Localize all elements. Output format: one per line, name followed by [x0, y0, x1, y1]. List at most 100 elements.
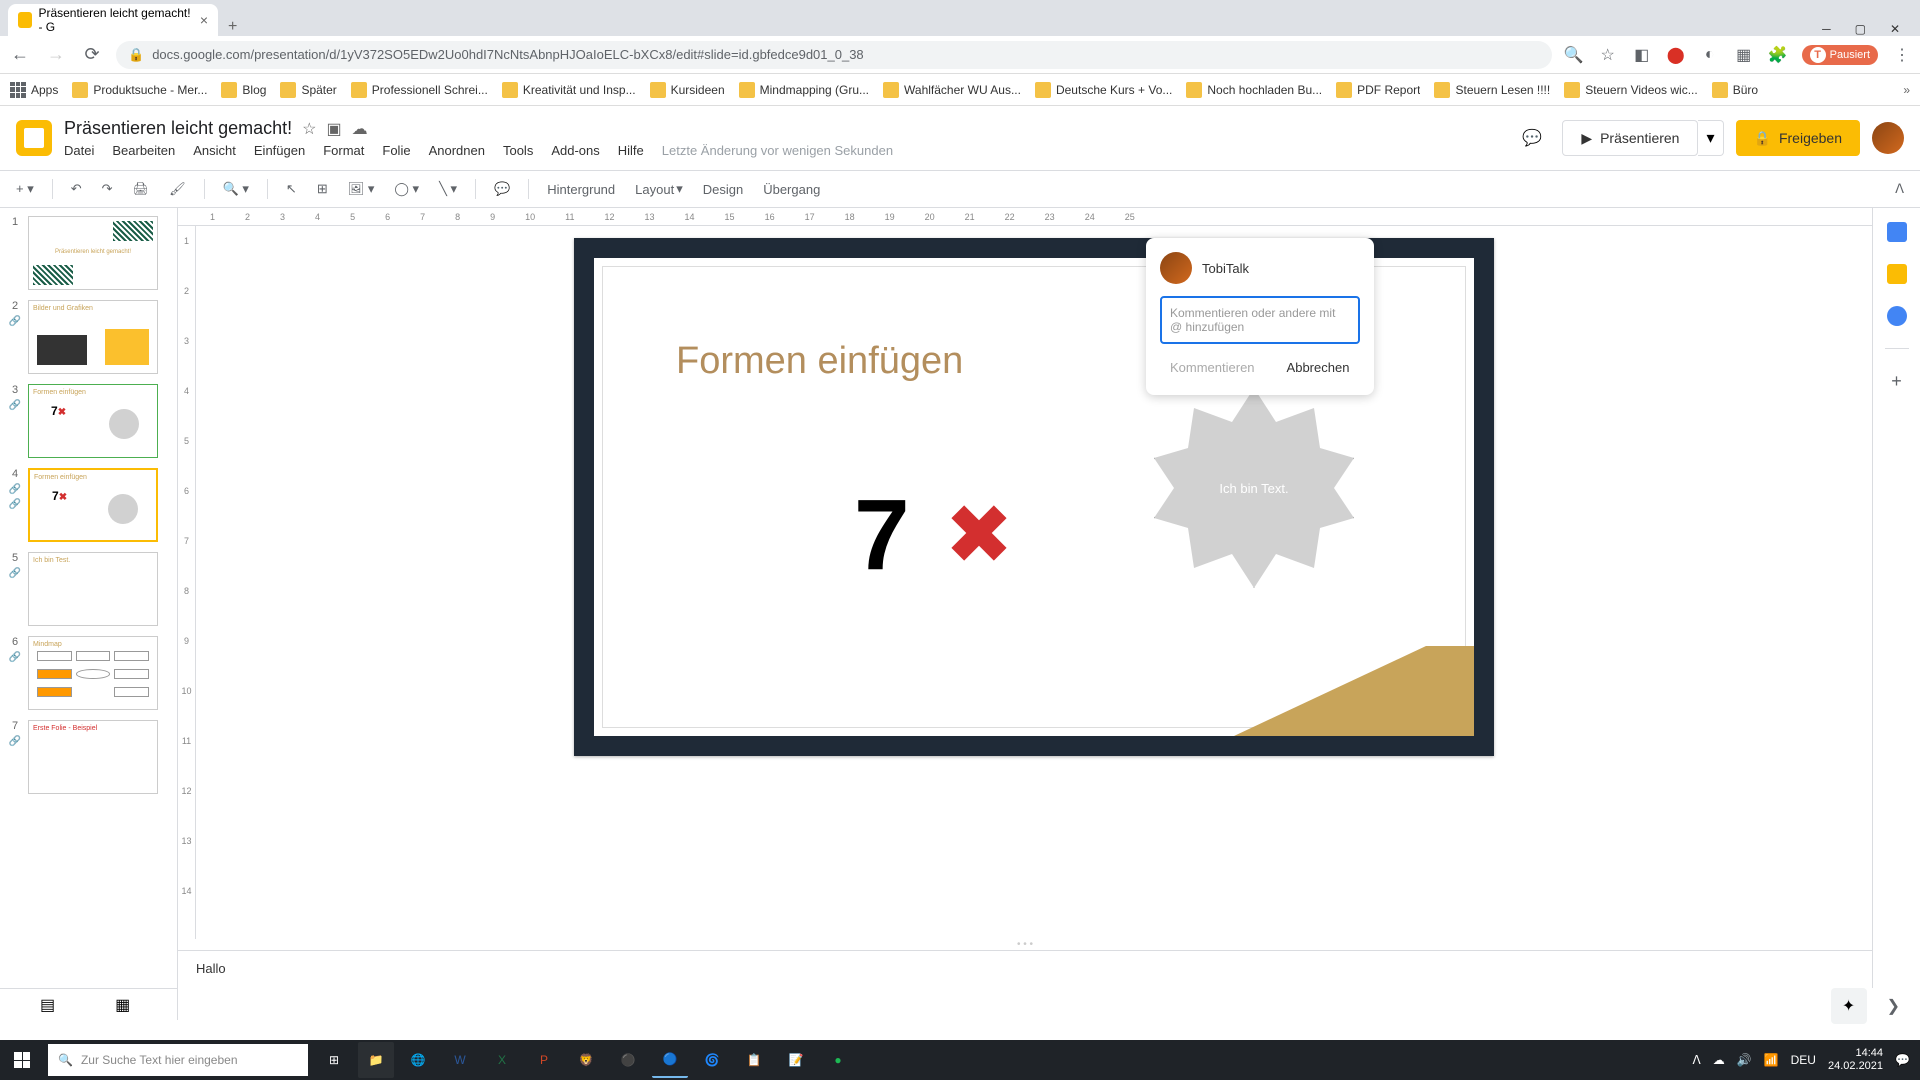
shape-text[interactable]: Ich bin Text.: [1219, 481, 1288, 496]
bookmark-item[interactable]: PDF Report: [1336, 82, 1420, 98]
notepad-icon[interactable]: 📝: [778, 1042, 814, 1078]
comment-cancel-button[interactable]: Abbrechen: [1277, 354, 1360, 381]
red-x-shape[interactable]: [949, 503, 1009, 563]
extension-icon-2[interactable]: ⬤: [1666, 45, 1686, 65]
wifi-icon[interactable]: 📶: [1764, 1053, 1779, 1067]
add-panel-icon[interactable]: +: [1891, 371, 1902, 392]
app-icon-2[interactable]: 📋: [736, 1042, 772, 1078]
image-tool[interactable]: 🖼 ▾: [342, 177, 381, 201]
line-tool[interactable]: ╲ ▾: [433, 177, 463, 201]
bookmark-item[interactable]: Wahlfächer WU Aus...: [883, 82, 1021, 98]
move-doc-icon[interactable]: ▣: [326, 119, 341, 139]
apps-shortcut[interactable]: Apps: [10, 82, 58, 98]
design-button[interactable]: Design: [697, 178, 749, 201]
taskbar-search[interactable]: 🔍 Zur Suche Text hier eingeben: [48, 1044, 308, 1076]
obs-icon[interactable]: ⚫: [610, 1042, 646, 1078]
menu-view[interactable]: Ansicht: [193, 143, 236, 158]
zoom-button[interactable]: 🔍 ▾: [217, 177, 255, 201]
bookmark-item[interactable]: Kreativität und Insp...: [502, 82, 636, 98]
thumb[interactable]: Präsentieren leicht gemacht!: [28, 216, 158, 290]
slide-title-text[interactable]: Formen einfügen: [676, 340, 963, 383]
slide-thumbnail-6[interactable]: 6🔗 Mindmap: [0, 634, 177, 718]
slide-thumbnail-5[interactable]: 5🔗 Ich bin Test.: [0, 550, 177, 634]
bookmark-item[interactable]: Büro: [1712, 82, 1758, 98]
thumb[interactable]: Ich bin Test.: [28, 552, 158, 626]
textbox-tool[interactable]: ⊞: [311, 177, 334, 201]
task-view-icon[interactable]: ⊞: [316, 1042, 352, 1078]
slides-logo-icon[interactable]: [16, 120, 52, 156]
back-button[interactable]: ←: [8, 44, 32, 65]
layout-button[interactable]: Layout ▾: [629, 177, 689, 201]
thumb[interactable]: Mindmap: [28, 636, 158, 710]
comment-input[interactable]: Kommentieren oder andere mit @ hinzufüge…: [1160, 296, 1360, 344]
cloud-status-icon[interactable]: ☁: [352, 119, 368, 139]
background-button[interactable]: Hintergrund: [541, 178, 621, 201]
bookmark-item[interactable]: Noch hochladen Bu...: [1186, 82, 1322, 98]
browser-tab[interactable]: Präsentieren leicht gemacht! - G ×: [8, 4, 218, 36]
undo-button[interactable]: ↶: [65, 177, 88, 201]
powerpoint-icon[interactable]: P: [526, 1042, 562, 1078]
tasks-icon[interactable]: [1887, 306, 1907, 326]
bookmark-item[interactable]: Blog: [221, 82, 266, 98]
present-button[interactable]: ▶ Präsentieren: [1562, 120, 1698, 156]
save-status[interactable]: Letzte Änderung vor wenigen Sekunden: [662, 143, 893, 158]
transition-button[interactable]: Übergang: [757, 178, 826, 201]
collapse-toolbar-icon[interactable]: ᐱ: [1889, 177, 1910, 201]
explorer-icon[interactable]: 📁: [358, 1042, 394, 1078]
chevron-right-icon[interactable]: ❯: [1887, 996, 1900, 1016]
comment-tool[interactable]: 💬: [488, 177, 516, 201]
extensions-menu-icon[interactable]: 🧩: [1768, 45, 1788, 65]
menu-slide[interactable]: Folie: [382, 143, 410, 158]
menu-file[interactable]: Datei: [64, 143, 94, 158]
seven-text[interactable]: 7: [854, 478, 910, 593]
app-icon[interactable]: 🦁: [568, 1042, 604, 1078]
reload-button[interactable]: ⟳: [80, 44, 104, 65]
bookmark-item[interactable]: Professionell Schrei...: [351, 82, 488, 98]
menu-addons[interactable]: Add-ons: [551, 143, 599, 158]
bookmark-item[interactable]: Kursideen: [650, 82, 725, 98]
slide-thumbnail-4[interactable]: 4🔗🔗 Formen einfügen 7✖: [0, 466, 177, 550]
bookmark-item[interactable]: Mindmapping (Gru...: [739, 82, 869, 98]
menu-help[interactable]: Hilfe: [618, 143, 644, 158]
slide-thumbnail-7[interactable]: 7🔗 Erste Folie - Beispiel: [0, 718, 177, 802]
speaker-notes[interactable]: Hallo: [178, 950, 1872, 988]
shape-tool[interactable]: ◯ ▾: [388, 177, 425, 201]
calendar-icon[interactable]: [1887, 222, 1907, 242]
paint-format-button[interactable]: 🖌: [163, 177, 192, 201]
menu-icon[interactable]: ⋮: [1892, 45, 1912, 65]
bookmarks-overflow-icon[interactable]: »: [1903, 83, 1910, 97]
new-tab-button[interactable]: +: [218, 18, 247, 36]
profile-badge[interactable]: T Pausiert: [1802, 45, 1878, 65]
menu-tools[interactable]: Tools: [503, 143, 533, 158]
excel-icon[interactable]: X: [484, 1042, 520, 1078]
slide-thumbnail-3[interactable]: 3🔗 Formen einfügen 7✖: [0, 382, 177, 466]
filmstrip-view-icon[interactable]: ▤: [40, 995, 55, 1015]
thumb[interactable]: Bilder und Grafiken: [28, 300, 158, 374]
thumb[interactable]: Erste Folie - Beispiel: [28, 720, 158, 794]
new-slide-button[interactable]: + ▾: [10, 177, 40, 201]
forward-button[interactable]: →: [44, 44, 68, 65]
chrome-icon[interactable]: 🔵: [652, 1042, 688, 1078]
keep-icon[interactable]: [1887, 264, 1907, 284]
edge-app-icon[interactable]: 🌀: [694, 1042, 730, 1078]
comment-history-button[interactable]: 💬: [1514, 120, 1550, 156]
comment-submit-button[interactable]: Kommentieren: [1160, 354, 1265, 381]
close-window-icon[interactable]: ✕: [1890, 22, 1900, 36]
spotify-icon[interactable]: ●: [820, 1042, 856, 1078]
menu-insert[interactable]: Einfügen: [254, 143, 305, 158]
maximize-icon[interactable]: ▢: [1855, 22, 1866, 36]
bookmark-item[interactable]: Produktsuche - Mer...: [72, 82, 207, 98]
slide-thumbnail-2[interactable]: 2🔗 Bilder und Grafiken: [0, 298, 177, 382]
select-tool[interactable]: ↖: [280, 177, 303, 201]
volume-icon[interactable]: 🔊: [1737, 1053, 1752, 1067]
bookmark-item[interactable]: Deutsche Kurs + Vo...: [1035, 82, 1172, 98]
share-button[interactable]: 🔒 Freigeben: [1736, 120, 1860, 156]
menu-arrange[interactable]: Anordnen: [429, 143, 485, 158]
tray-chevron-icon[interactable]: ᐱ: [1693, 1053, 1701, 1067]
minimize-icon[interactable]: ─: [1822, 22, 1831, 36]
grid-view-icon[interactable]: ▦: [115, 995, 130, 1015]
extension-icon[interactable]: ◧: [1632, 45, 1652, 65]
extension-icon-3[interactable]: ◐: [1700, 45, 1720, 65]
present-dropdown[interactable]: ▾: [1698, 120, 1723, 156]
zoom-icon[interactable]: 🔍: [1564, 45, 1584, 65]
